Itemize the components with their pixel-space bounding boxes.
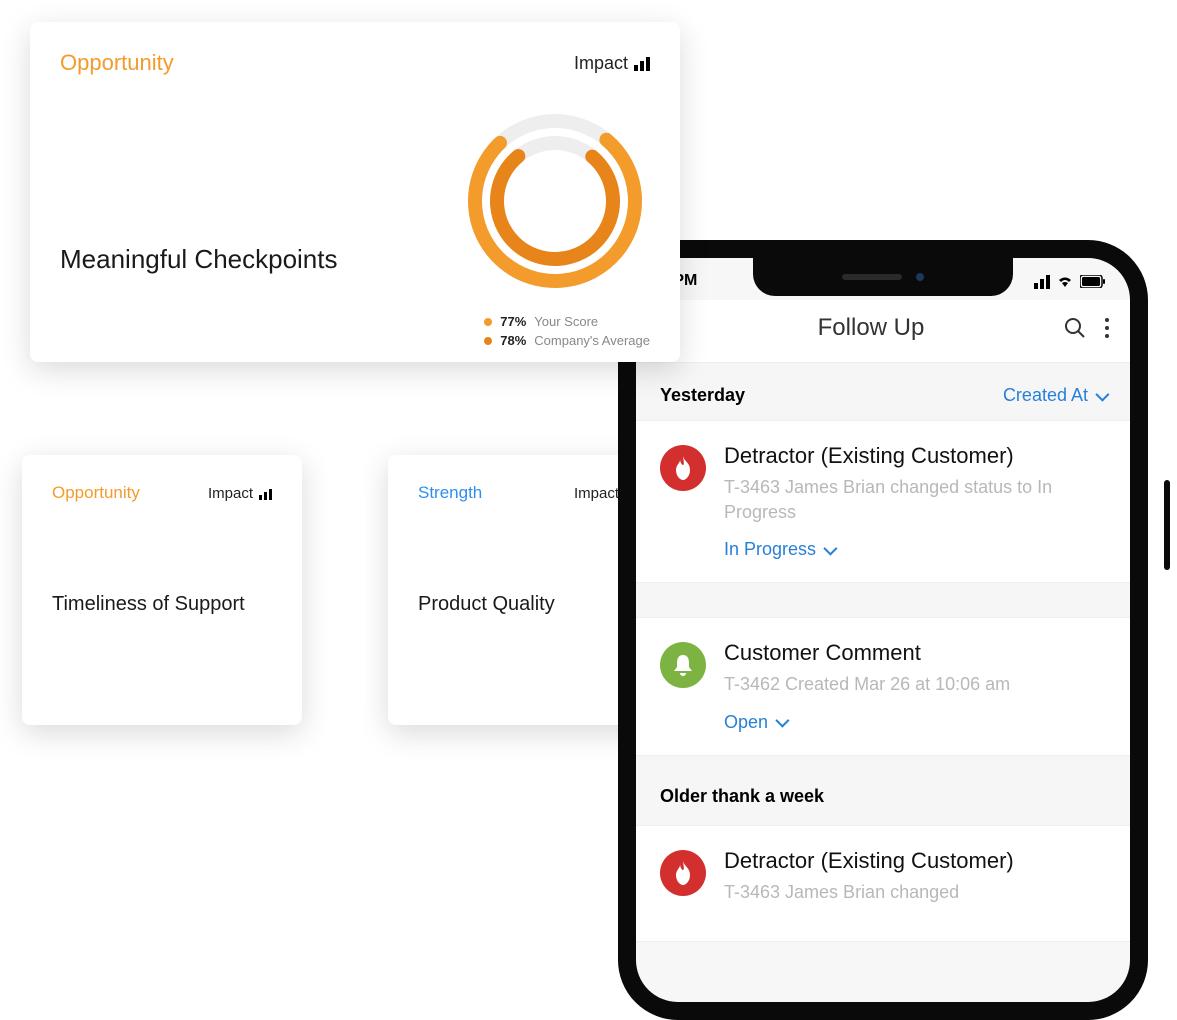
card-title: Meaningful Checkpoints <box>60 244 338 275</box>
donut-chart-icon <box>460 106 650 296</box>
flame-icon <box>660 850 706 896</box>
opportunity-card-small[interactable]: Opportunity Impact Timeliness of Support <box>22 455 302 725</box>
cellular-icon <box>1034 273 1050 289</box>
signal-bars-icon <box>259 487 272 500</box>
card-category-label: Opportunity <box>60 50 174 76</box>
legend-dot-icon <box>484 337 492 345</box>
ticket-title: Customer Comment <box>724 640 1106 666</box>
ticket-title: Detractor (Existing Customer) <box>724 443 1106 469</box>
card-impact-label: Impact <box>574 53 650 74</box>
list-section-header: Older thank a week <box>636 756 1130 825</box>
search-icon[interactable] <box>1064 317 1086 339</box>
ticket-row[interactable]: Customer Comment T-3462 Created Mar 26 a… <box>636 617 1130 755</box>
card-title: Timeliness of Support <box>52 593 272 616</box>
phone-notch <box>753 258 1013 296</box>
section-title: Yesterday <box>660 385 745 406</box>
wifi-icon <box>1056 274 1074 288</box>
app-header: Follow Up <box>636 300 1130 363</box>
list-section-header: Yesterday Created At <box>636 363 1130 420</box>
ticket-description: T-3462 Created Mar 26 at 10:06 am <box>724 672 1106 697</box>
ticket-status-dropdown[interactable]: Open <box>724 712 1106 733</box>
card-impact-label: Impact <box>208 485 272 502</box>
ticket-row[interactable]: Detractor (Existing Customer) T-3463 Jam… <box>636 825 1130 942</box>
chart-legend: 77% Your Score 78% Company's Average <box>484 314 650 352</box>
chevron-down-icon <box>775 714 789 728</box>
bell-icon <box>660 642 706 688</box>
ticket-title: Detractor (Existing Customer) <box>724 848 1106 874</box>
app-title: Follow Up <box>678 314 1064 342</box>
more-vertical-icon[interactable] <box>1104 317 1110 339</box>
flame-icon <box>660 445 706 491</box>
card-category-label: Strength <box>418 483 482 503</box>
chevron-down-icon <box>1095 387 1109 401</box>
chevron-down-icon <box>823 541 837 555</box>
card-title: Product Quality <box>418 593 638 616</box>
ticket-status-dropdown[interactable]: In Progress <box>724 539 1106 560</box>
signal-bars-icon <box>634 55 650 71</box>
opportunity-card-large[interactable]: Opportunity Impact Meaningful Checkpoint… <box>30 22 680 362</box>
card-category-label: Opportunity <box>52 483 140 503</box>
phone-side-button <box>1164 480 1170 570</box>
sort-dropdown[interactable]: Created At <box>1003 385 1106 406</box>
ticket-description: T-3463 James Brian changed status to In … <box>724 475 1106 525</box>
battery-icon <box>1080 275 1106 288</box>
section-title: Older thank a week <box>660 786 824 807</box>
phone-mockup: 7 PM Follow Up Yesterday Created At <box>618 240 1148 1020</box>
legend-dot-icon <box>484 318 492 326</box>
ticket-row[interactable]: Detractor (Existing Customer) T-3463 Jam… <box>636 420 1130 583</box>
ticket-description: T-3463 James Brian changed <box>724 880 1106 905</box>
